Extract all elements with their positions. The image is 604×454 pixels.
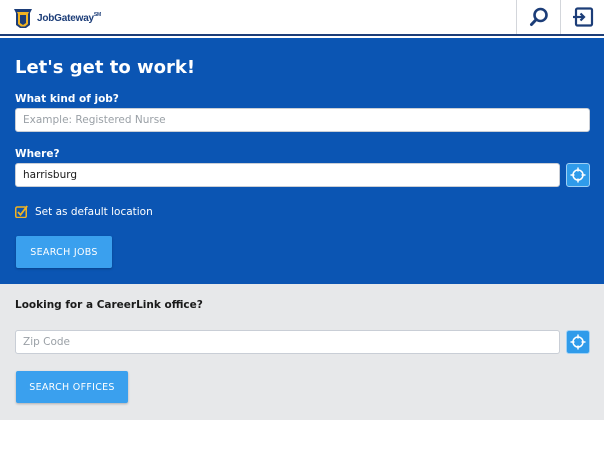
zip-code-input[interactable]: Zip Code bbox=[15, 330, 560, 354]
job-type-label: What kind of job? bbox=[15, 93, 119, 105]
search-jobs-button[interactable]: SEARCH JOBS bbox=[16, 236, 112, 268]
keystone-logo-icon bbox=[14, 8, 32, 28]
office-section-title: Looking for a CareerLink office? bbox=[15, 299, 203, 311]
header-search-button[interactable] bbox=[516, 0, 560, 34]
jobgateway-logo[interactable]: JobGatewaySM bbox=[13, 7, 101, 29]
exit-icon bbox=[572, 7, 593, 27]
where-label: Where? bbox=[15, 148, 60, 160]
app-header: JobGatewaySM bbox=[0, 0, 604, 36]
office-use-my-location-button[interactable] bbox=[566, 330, 590, 354]
default-location-row: Set as default location bbox=[15, 205, 153, 218]
default-location-label[interactable]: Set as default location bbox=[35, 206, 153, 218]
search-offices-button[interactable]: SEARCH OFFICES bbox=[16, 371, 128, 403]
use-my-location-button[interactable] bbox=[566, 163, 590, 187]
header-exit-button[interactable] bbox=[560, 0, 604, 34]
job-type-input[interactable]: Example: Registered Nurse bbox=[15, 108, 590, 132]
page-title: Let's get to work! bbox=[15, 57, 196, 78]
careerlink-office-panel: Looking for a CareerLink office? Zip Cod… bbox=[0, 284, 604, 420]
search-icon bbox=[529, 7, 548, 26]
crosshair-icon bbox=[570, 334, 586, 350]
location-input[interactable]: harrisburg bbox=[15, 163, 560, 187]
crosshair-icon bbox=[570, 167, 586, 183]
job-search-panel: Let's get to work! What kind of job? Exa… bbox=[0, 38, 604, 284]
logo-text: JobGatewaySM bbox=[37, 11, 102, 24]
default-location-checkbox[interactable] bbox=[15, 205, 28, 218]
